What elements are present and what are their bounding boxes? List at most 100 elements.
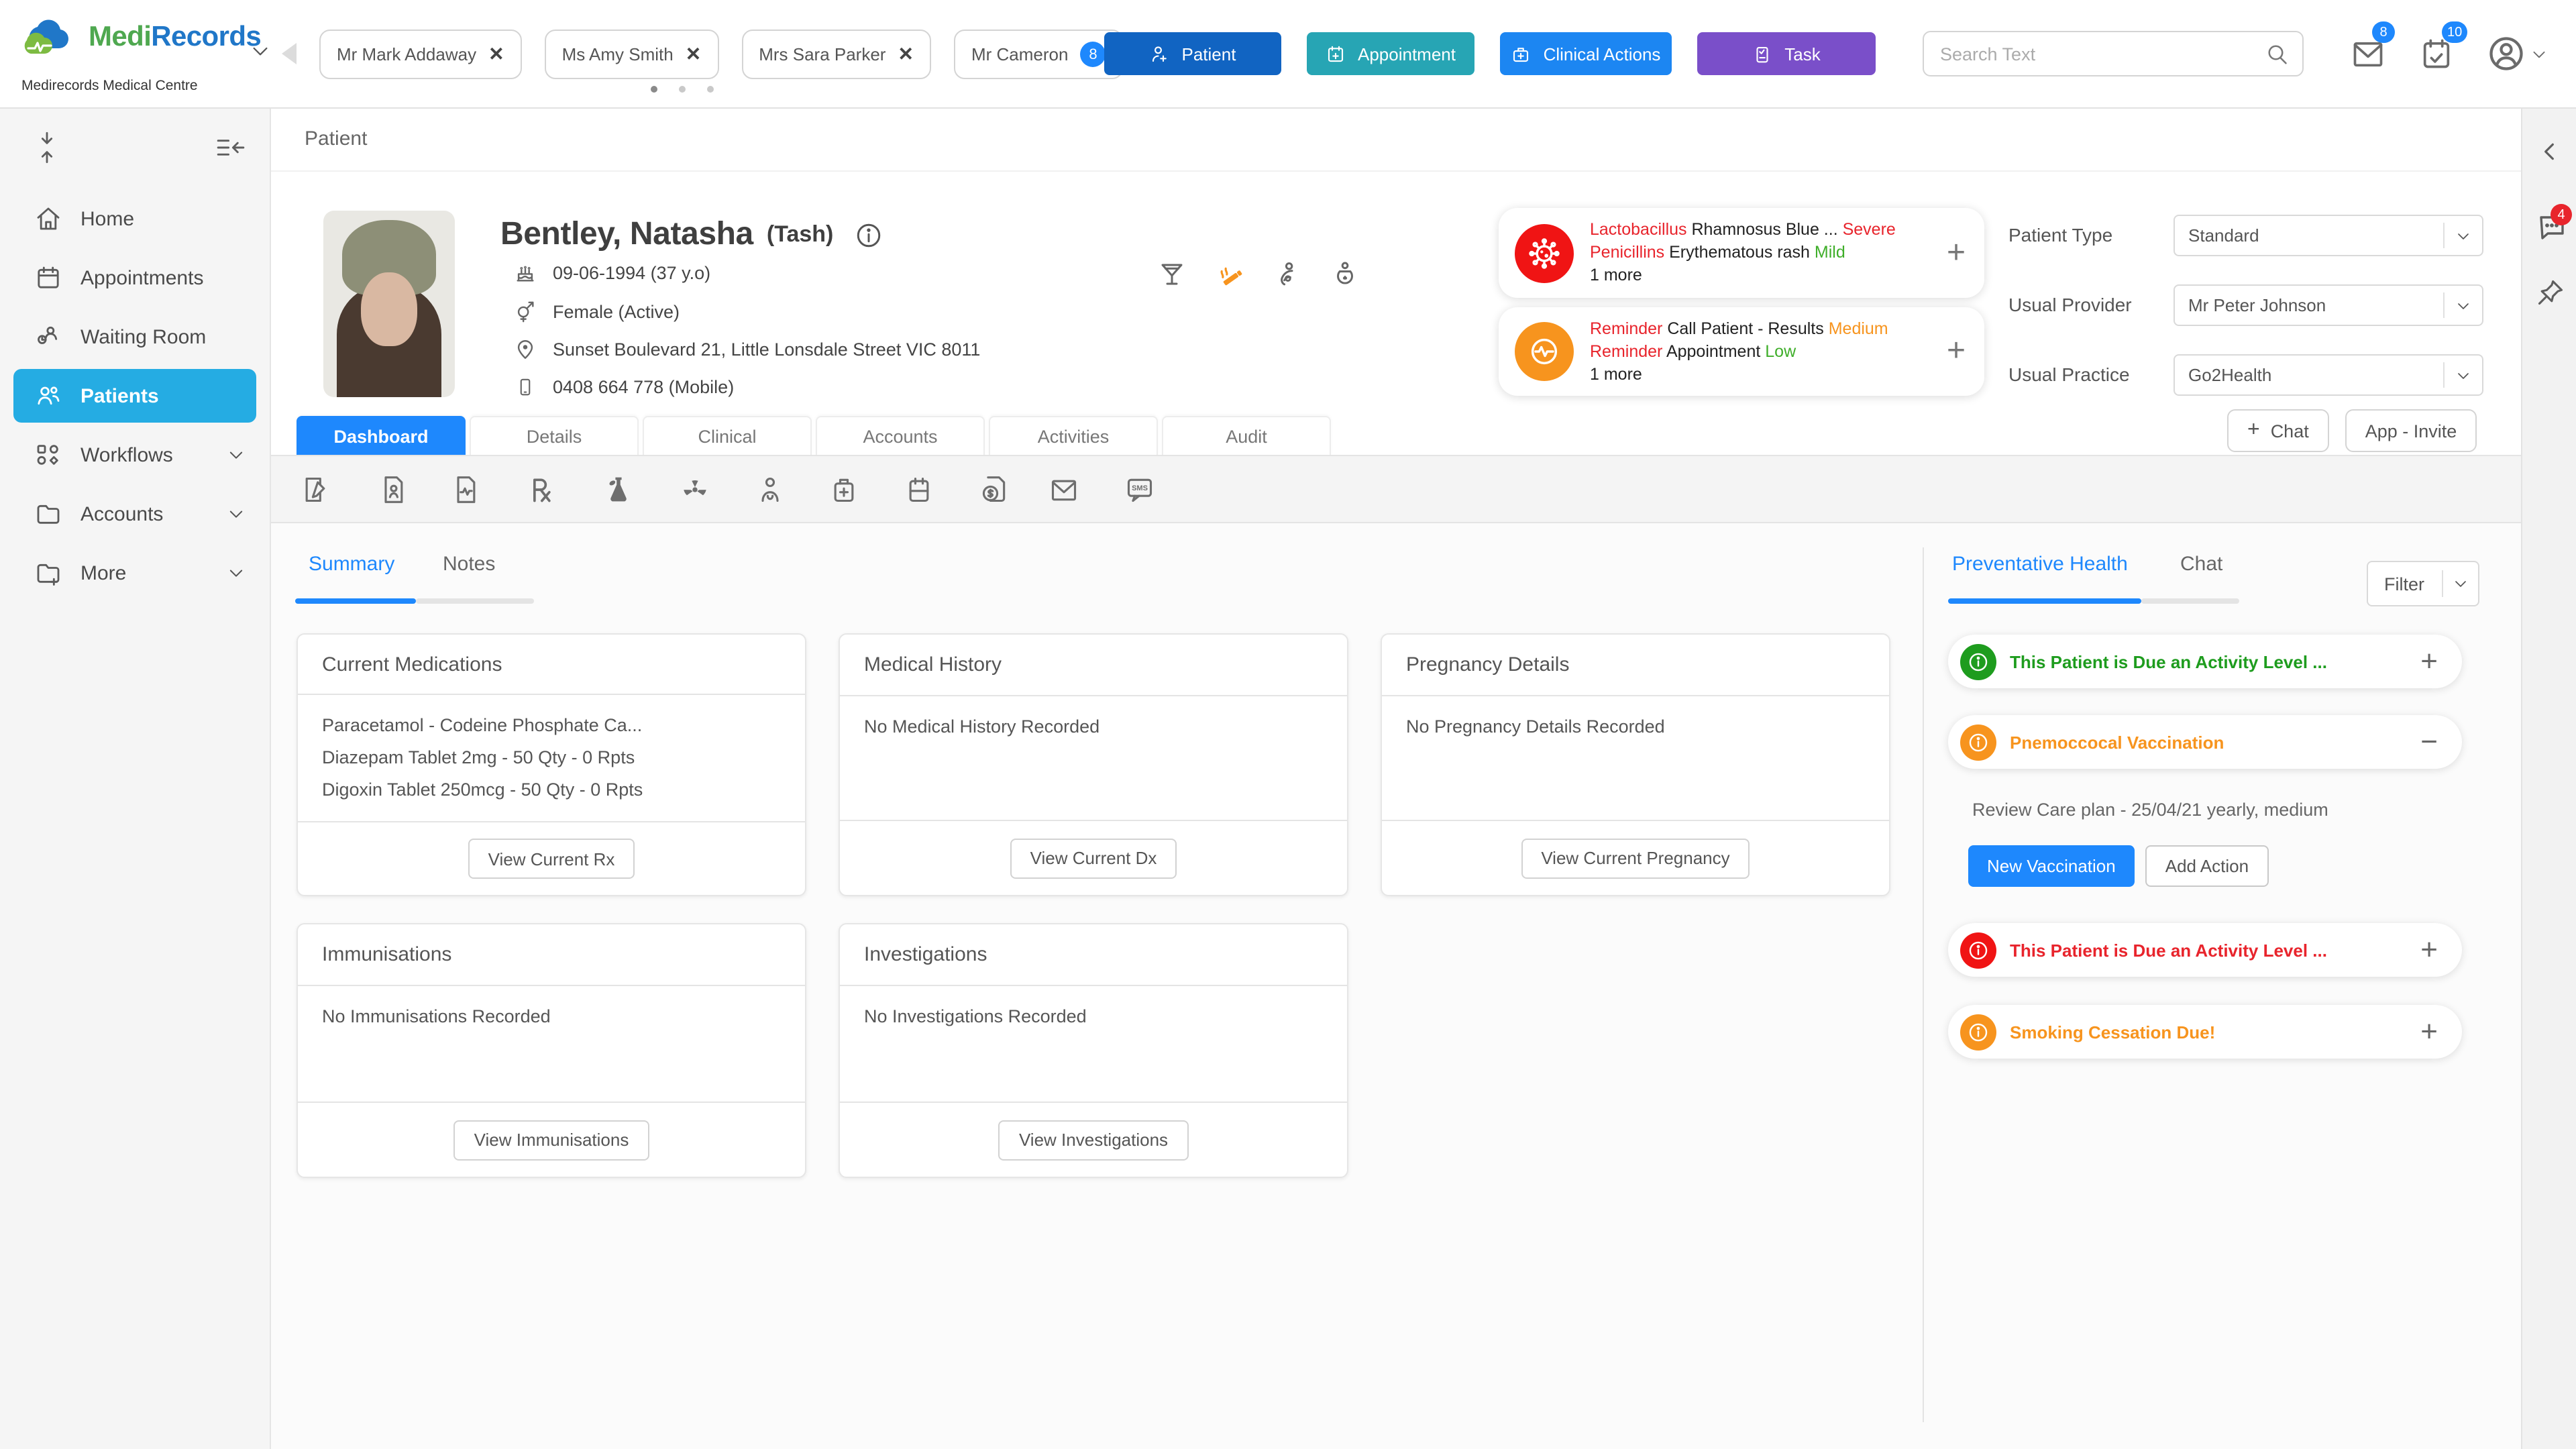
preventative-item-smoking-cessation[interactable]: Smoking Cessation Due! + <box>1948 1005 2462 1059</box>
prescription-icon[interactable] <box>526 475 555 504</box>
tab-clinical[interactable]: Clinical <box>643 416 812 456</box>
search-input[interactable] <box>1924 44 2265 64</box>
close-icon[interactable]: ✕ <box>898 43 913 66</box>
medical-history-card: Medical History No Medical History Recor… <box>839 633 1348 896</box>
folder-plus-icon <box>35 559 62 586</box>
reminder-alert-icon <box>1515 322 1574 381</box>
patient-name-row: Bentley, Natasha (Tash) <box>500 216 883 254</box>
medications-list: Paracetamol - Codeine Phosphate Ca... Di… <box>298 695 805 821</box>
tab-audit[interactable]: Audit <box>1162 416 1331 456</box>
practice-chevron-down-icon[interactable] <box>250 40 271 62</box>
pregnancy-icon <box>1331 260 1359 288</box>
subtab-chat[interactable]: Chat <box>2180 553 2222 576</box>
view-investigations-button[interactable]: View Investigations <box>999 1120 1188 1160</box>
patient-tab[interactable]: Mrs Sara Parker✕ <box>741 30 931 79</box>
app-invite-button[interactable]: App - Invite <box>2345 409 2477 452</box>
invoice-icon[interactable] <box>979 475 1009 504</box>
chevron-down-icon <box>227 504 246 523</box>
reminder-alert-card[interactable]: Reminder Call Patient - Results Medium R… <box>1499 307 1984 396</box>
sidebar-item-more[interactable]: More <box>0 546 270 600</box>
view-current-pregnancy-button[interactable]: View Current Pregnancy <box>1521 838 1750 878</box>
patient-tab[interactable]: Mr Mark Addaway✕ <box>319 30 522 79</box>
search-icon[interactable] <box>2265 42 2289 66</box>
new-appointment-button[interactable]: Appointment <box>1307 32 1474 75</box>
clinical-notes-icon[interactable] <box>301 475 330 504</box>
subtab-notes[interactable]: Notes <box>443 553 495 576</box>
sms-icon[interactable]: SMS <box>1124 475 1155 504</box>
account-chevron-down-icon[interactable] <box>2530 46 2548 63</box>
new-task-button[interactable]: Task <box>1697 32 1876 75</box>
usual-practice-select[interactable]: Go2Health <box>2174 354 2483 396</box>
carousel-dot[interactable] <box>707 86 714 93</box>
subtab-preventative-health[interactable]: Preventative Health <box>1952 553 2128 576</box>
tab-activities[interactable]: Activities <box>989 416 1158 456</box>
sidebar-item-waiting-room[interactable]: Waiting Room <box>0 310 270 364</box>
tabs-scroll-left-icon[interactable] <box>282 43 297 64</box>
pin-icon[interactable] <box>2536 278 2565 307</box>
subtab-summary[interactable]: Summary <box>309 553 394 576</box>
close-icon[interactable]: ✕ <box>488 43 504 66</box>
panel-collapse-chevron-left-icon[interactable] <box>2538 141 2560 162</box>
radiology-icon[interactable] <box>680 475 710 504</box>
appointment-book-icon[interactable] <box>904 475 934 504</box>
collapse-item-button[interactable]: − <box>2420 724 2438 759</box>
tab-details[interactable]: Details <box>470 416 639 456</box>
view-current-dx-button[interactable]: View Current Dx <box>1010 838 1177 878</box>
info-icon <box>1960 1014 1996 1050</box>
view-immunisations-button[interactable]: View Immunisations <box>454 1120 649 1160</box>
expand-alert-button[interactable]: + <box>1947 333 1966 370</box>
preventative-item-activity-level[interactable]: This Patient is Due an Activity Level ..… <box>1948 635 2462 688</box>
preventative-item-text: This Patient is Due an Activity Level ..… <box>2010 940 2420 960</box>
medical-bag-icon <box>1511 44 1532 64</box>
email-icon[interactable] <box>1049 475 1079 504</box>
preventative-item-pneumococcal[interactable]: Pnemoccocal Vaccination − <box>1948 715 2462 769</box>
expand-item-button[interactable]: + <box>2420 1014 2438 1049</box>
pathology-icon[interactable] <box>604 475 633 504</box>
account-icon[interactable] <box>2486 34 2526 74</box>
carousel-dot[interactable] <box>651 86 657 93</box>
collapse-vertical-icon[interactable] <box>34 130 60 165</box>
sidebar-item-patients[interactable]: Patients <box>13 369 256 423</box>
preventative-item-activity-level-overdue[interactable]: This Patient is Due an Activity Level ..… <box>1948 923 2462 977</box>
patient-tab[interactable]: Ms Amy Smith ✕ <box>545 30 719 79</box>
patient-tab[interactable]: Mr Cameron8 <box>954 30 1124 79</box>
plus-icon: + <box>2247 419 2260 443</box>
info-icon[interactable] <box>855 221 883 249</box>
expand-item-button[interactable]: + <box>2420 932 2438 967</box>
card-title: Medical History <box>840 635 1347 696</box>
sidebar-item-workflows[interactable]: Workflows <box>0 428 270 482</box>
card-title: Immunisations <box>298 924 805 986</box>
patient-type-select[interactable]: Standard <box>2174 215 2483 256</box>
clinical-actions-button[interactable]: Clinical Actions <box>1500 32 1672 75</box>
filter-select[interactable]: Filter <box>2367 561 2479 606</box>
mobile-phone-icon <box>515 376 535 398</box>
carousel-dot[interactable] <box>679 86 686 93</box>
patient-gender-row: Female (Active) <box>514 301 680 323</box>
results-document-icon[interactable] <box>451 475 480 504</box>
info-icon <box>1960 724 1996 760</box>
card-title: Pregnancy Details <box>1382 635 1889 696</box>
sidebar-item-accounts[interactable]: Accounts <box>0 487 270 541</box>
sidebar-item-home[interactable]: Home <box>0 192 270 246</box>
patient-document-icon[interactable] <box>378 475 408 504</box>
close-icon[interactable]: ✕ <box>686 43 701 66</box>
chat-button[interactable]: +Chat <box>2227 409 2329 452</box>
specialist-icon[interactable] <box>755 475 785 504</box>
usual-provider-select[interactable]: Mr Peter Johnson <box>2174 284 2483 326</box>
tab-accounts[interactable]: Accounts <box>816 416 985 456</box>
view-current-rx-button[interactable]: View Current Rx <box>468 839 635 879</box>
expand-alert-button[interactable]: + <box>1947 234 1966 272</box>
allergy-alert-card[interactable]: Lactobacillus Rhamnosus Blue ... Severe … <box>1499 208 1984 298</box>
new-patient-button[interactable]: Patient <box>1104 32 1281 75</box>
patient-tab-label: Ms Amy Smith <box>562 44 674 64</box>
medical-bag-plus-icon[interactable] <box>829 475 859 504</box>
expand-item-button[interactable]: + <box>2420 644 2438 679</box>
add-action-button[interactable]: Add Action <box>2145 845 2269 887</box>
collapse-menu-icon[interactable] <box>215 133 247 162</box>
sidebar-item-appointments[interactable]: Appointments <box>0 251 270 305</box>
new-vaccination-button[interactable]: New Vaccination <box>1968 845 2135 887</box>
chevron-down-icon <box>2453 576 2469 592</box>
tab-dashboard[interactable]: Dashboard <box>297 416 466 456</box>
patient-dob-row: 09-06-1994 (37 y.o) <box>514 262 710 284</box>
medirecords-logo[interactable]: MediRecords <box>19 13 261 62</box>
